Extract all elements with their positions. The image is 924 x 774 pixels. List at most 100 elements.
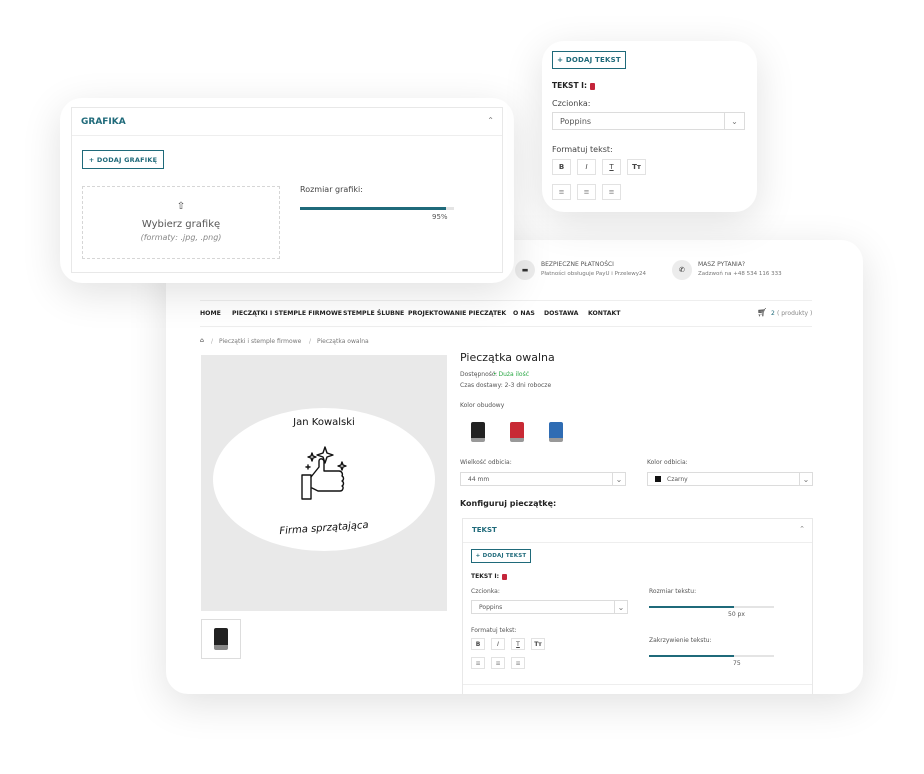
breadcrumb-separator: / [309,338,312,345]
stamp-preview-area: Jan Kowalski Firma sprzątająca [201,355,447,611]
add-text-button-large[interactable]: + DODAJ TEKST [552,51,626,69]
housing-option-red[interactable] [502,416,532,446]
stamp-red-icon [510,422,524,442]
upload-icon: ⇧ [176,201,186,212]
align-right-icon[interactable]: ≡ [511,657,525,669]
nav-about[interactable]: O NAS [513,310,535,317]
cart-icon[interactable]: 🛒︎ [757,308,767,317]
trash-icon[interactable] [501,573,507,580]
nav-wedding-stamps[interactable]: STEMPLE ŚLUBNE [343,310,404,317]
cart-count[interactable]: 2 [771,310,775,317]
bold-button[interactable]: B [471,638,485,650]
phone-icon: ✆ [672,260,692,280]
breadcrumb-separator: / [211,338,214,345]
align-right-icon[interactable]: ≡ [602,184,621,200]
impression-size-select[interactable]: 44 mm ⌄ [460,472,626,486]
nav-contact[interactable]: KONTAKT [588,310,621,317]
curve-value: 75 [733,660,741,667]
text-1-label-text: TEKST I: [471,573,499,580]
product-page-card: ▬ BEZPIECZNE PŁATNOŚCI Płatności obsługu… [166,240,863,694]
impression-color-value: Czarny [667,475,688,483]
breadcrumb-current: Pieczątka owalna [317,338,369,345]
graphic-size-label: Rozmiar grafiki: [300,185,363,194]
chevron-down-icon: ⌄ [724,113,744,129]
text-1-label-large-text: TEKST I: [552,81,587,90]
stamp-blue-icon [549,422,563,442]
chevron-up-icon: ⌃ [487,116,494,125]
curve-label: Zakrzywienie tekstu: [649,637,712,644]
upload-formats: (formaty: .jpg, .png) [140,233,222,242]
questions-title: MASZ PYTANIA? [698,261,746,268]
text-accordion-title: TEKST [472,526,497,534]
text-1-label-large: TEKST I: [552,81,595,90]
stamp-top-text: Jan Kowalski [293,417,355,428]
curve-slider-fill [649,655,734,657]
format-label: Formatuj tekst: [471,627,517,634]
text-1-label: TEKST I: [471,573,507,580]
configure-heading: Konfiguruj pieczątkę: [460,499,557,508]
breadcrumb-item[interactable]: Pieczątki i stemple firmowe [219,338,301,345]
chevron-up-icon: ⌃ [799,525,805,533]
cart-label[interactable]: ( produkty ) [777,310,812,317]
trash-icon[interactable] [589,82,595,90]
graphic-upload-dropzone[interactable]: ⇧ Wybierz grafikę (formaty: .jpg, .png) [82,186,280,259]
font-value-large: Poppins [560,116,592,126]
impression-color-select[interactable]: Czarny ⌄ [647,472,813,486]
font-size-button-large[interactable]: Tт [627,159,646,175]
text-size-slider[interactable] [649,606,774,608]
nav-stamp-design[interactable]: PROJEKTOWANIE PIECZĄTEK [408,310,506,317]
availability-label: Dostępność: [460,371,498,378]
thumbs-up-sparkle-icon [301,446,347,500]
impression-size-label: Wielkość odbicia: [460,459,512,466]
add-text-button[interactable]: + DODAJ TEKST [471,549,531,563]
accordion-divider [463,684,812,685]
format-label-large: Formatuj tekst: [552,145,613,154]
payments-title: BEZPIECZNE PŁATNOŚCI [541,261,614,268]
text-settings-card: + DODAJ TEKST TEKST I: Czcionka: Poppins… [542,41,757,212]
font-label-large: Czcionka: [552,99,591,108]
graphics-title: GRAFIKA [81,117,126,127]
nav-company-stamps[interactable]: PIECZĄTKI I STEMPLE FIRMOWE [232,310,342,317]
graphic-size-slider-fill [300,207,447,210]
stamp-black-icon [471,422,485,442]
upload-title: Wybierz grafikę [141,219,221,230]
align-center-icon[interactable]: ≡ [491,657,505,669]
underline-button[interactable]: T [511,638,525,650]
home-icon[interactable]: ⌂ [200,337,204,344]
align-left-icon[interactable]: ≡ [471,657,485,669]
housing-option-black[interactable] [463,416,493,446]
housing-option-blue[interactable] [541,416,571,446]
wallet-icon: ▬ [515,260,535,280]
font-size-button[interactable]: Tт [531,638,545,650]
chevron-down-icon: ⌄ [614,601,627,613]
chevron-down-icon: ⌄ [799,473,812,485]
color-swatch [655,476,661,482]
align-left-icon[interactable]: ≡ [552,184,571,200]
add-graphic-button[interactable]: + DODAJ GRAFIKĘ [82,150,164,169]
italic-button-large[interactable]: I [577,159,596,175]
curve-slider[interactable] [649,655,774,657]
delivery-time: Czas dostawy: 2-3 dni robocze [460,382,552,389]
nav-top-divider [200,300,812,301]
font-value: Poppins [479,603,503,611]
italic-button[interactable]: I [491,638,505,650]
product-thumbnail[interactable] [201,619,241,659]
questions-subtitle: Zadzwoń na +48 534 116 333 [698,271,782,277]
bold-button-large[interactable]: B [552,159,571,175]
underline-button-large[interactable]: T [602,159,621,175]
font-select-large[interactable]: Poppins ⌄ [552,112,745,130]
font-label: Czcionka: [471,588,500,595]
font-select[interactable]: Poppins ⌄ [471,600,628,614]
align-center-icon[interactable]: ≡ [577,184,596,200]
nav-delivery[interactable]: DOSTAWA [544,310,578,317]
graphics-panel-header[interactable]: GRAFIKA ⌃ [72,108,502,136]
text-accordion-header[interactable]: TEKST ⌃ [463,519,812,543]
nav-bottom-divider [200,326,812,327]
nav-home[interactable]: HOME [200,310,221,317]
housing-color-label: Kolor obudowy [460,402,505,409]
impression-color-label: Kolor odbicia: [647,459,688,466]
text-accordion: TEKST ⌃ + DODAJ TEKST TEKST I: Czcionka:… [462,518,813,694]
graphic-size-slider[interactable] [300,207,454,210]
availability-value: • Duża ilość [493,371,530,378]
product-title: Pieczątka owalna [460,351,555,364]
